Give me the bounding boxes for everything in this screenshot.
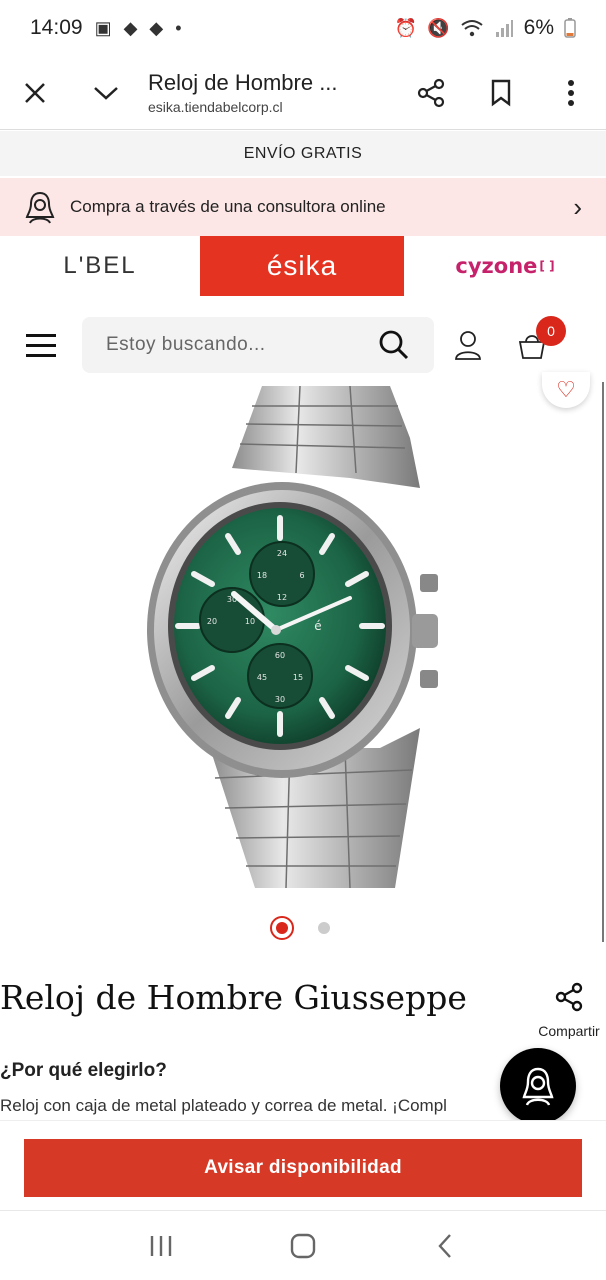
more-notifications-icon: • [175, 17, 182, 38]
why-choose-heading: ¿Por qué elegirlo? [0, 1060, 167, 1081]
free-shipping-banner: ENVÍO GRATIS [0, 131, 606, 176]
share-icon [555, 982, 583, 1012]
bookmark-button[interactable] [466, 56, 536, 130]
notify-availability-button[interactable]: Avisar disponibilidad [24, 1139, 582, 1197]
cart-button[interactable]: 0 [502, 316, 566, 360]
svg-text:45: 45 [257, 673, 267, 682]
consultant-banner-label: Compra a través de una consultora online [70, 197, 386, 216]
account-button[interactable] [442, 330, 494, 360]
site-header: Estoy buscando... 0 [0, 316, 606, 374]
cart-count-badge: 0 [536, 316, 566, 346]
share-page-button[interactable] [396, 56, 466, 130]
brand-tab-lbel[interactable]: L'BEL [0, 236, 200, 296]
battery-level: 6% [523, 16, 554, 39]
signal-icon [495, 20, 513, 37]
share-icon [417, 78, 445, 107]
recents-icon [150, 1235, 172, 1256]
svg-text:24: 24 [277, 549, 287, 558]
search-placeholder: Estoy buscando... [106, 334, 266, 355]
brand-tab-cyzone[interactable]: cyzone [ ] [404, 236, 606, 296]
mute-icon: 🔇 [427, 17, 450, 38]
back-button[interactable] [415, 1216, 475, 1276]
cta-bar: Avisar disponibilidad [0, 1120, 606, 1210]
app-notification-icon: ◆ [123, 17, 138, 38]
close-tab-button[interactable] [0, 56, 70, 130]
product-title: Reloj de Hombre Giusseppe [0, 978, 467, 1017]
share-product-button[interactable]: Compartir [532, 982, 606, 1039]
menu-icon [26, 333, 56, 337]
next-image-peek [602, 382, 604, 942]
back-icon [438, 1233, 451, 1258]
battery-icon [564, 18, 576, 38]
product-image[interactable]: 2461218 301020 60153045 é [0, 378, 606, 898]
svg-text:20: 20 [207, 617, 217, 626]
consultant-icon [25, 191, 55, 224]
more-options-button[interactable] [536, 56, 606, 130]
consultant-banner[interactable]: Compra a través de una consultora online… [0, 178, 606, 236]
app-notification-icon-2: ◆ [149, 17, 164, 38]
svg-text:60: 60 [275, 651, 285, 660]
heart-icon: ♡ [556, 377, 576, 402]
brand-lbel-label: L'BEL [63, 252, 137, 279]
brand-esika-label: ésika [266, 250, 338, 281]
close-icon [25, 82, 45, 103]
recents-button[interactable] [131, 1216, 191, 1276]
brand-cyzone-label: cyzone [455, 254, 538, 278]
wifi-icon [461, 20, 483, 37]
gallery-pagination [270, 916, 330, 940]
browser-toolbar: Reloj de Hombre ... esika.tiendabelcorp.… [0, 56, 606, 130]
user-icon [455, 331, 481, 360]
pagination-dot[interactable] [318, 922, 330, 934]
svg-text:10: 10 [245, 617, 255, 626]
brand-tabs: L'BEL ésika cyzone [ ] [0, 236, 606, 296]
svg-text:18: 18 [257, 571, 267, 580]
menu-button[interactable] [0, 316, 82, 374]
chevron-down-icon [94, 86, 118, 100]
more-vert-icon [568, 79, 574, 106]
consultant-chat-button[interactable] [500, 1048, 576, 1124]
page-title: Reloj de Hombre ... [148, 70, 338, 95]
home-icon [290, 1233, 316, 1258]
system-navigation-bar [0, 1210, 606, 1280]
cyzone-mark-icon: [ ] [539, 259, 555, 273]
share-label: Compartir [538, 1023, 600, 1039]
svg-text:é: é [314, 619, 321, 633]
svg-text:12: 12 [277, 593, 287, 602]
search-icon[interactable] [378, 329, 410, 361]
svg-text:30: 30 [275, 695, 285, 704]
bookmark-icon [491, 79, 511, 106]
search-input[interactable]: Estoy buscando... [82, 317, 434, 373]
gallery-notification-icon: ▣ [94, 17, 112, 38]
url-box[interactable]: Reloj de Hombre ... esika.tiendabelcorp.… [142, 70, 396, 115]
brand-tab-esika[interactable]: ésika [200, 236, 404, 296]
svg-text:15: 15 [293, 673, 303, 682]
clock: 14:09 [30, 16, 83, 39]
minimize-button[interactable] [70, 56, 142, 130]
chevron-right-icon: › [573, 191, 582, 222]
home-button[interactable] [273, 1216, 333, 1276]
page-domain: esika.tiendabelcorp.cl [148, 99, 283, 115]
chat-icon [522, 1067, 554, 1106]
pagination-dot-active[interactable] [270, 916, 294, 940]
alarm-icon: ⏰ [394, 17, 418, 38]
svg-text:6: 6 [299, 571, 304, 580]
product-gallery[interactable]: 24 6 12 18 30 10 20 60 15 30 45 é ♡ [0, 372, 606, 942]
status-bar: 14:09 ▣ ◆ ◆ • ⏰ 🔇 6% [0, 0, 606, 56]
